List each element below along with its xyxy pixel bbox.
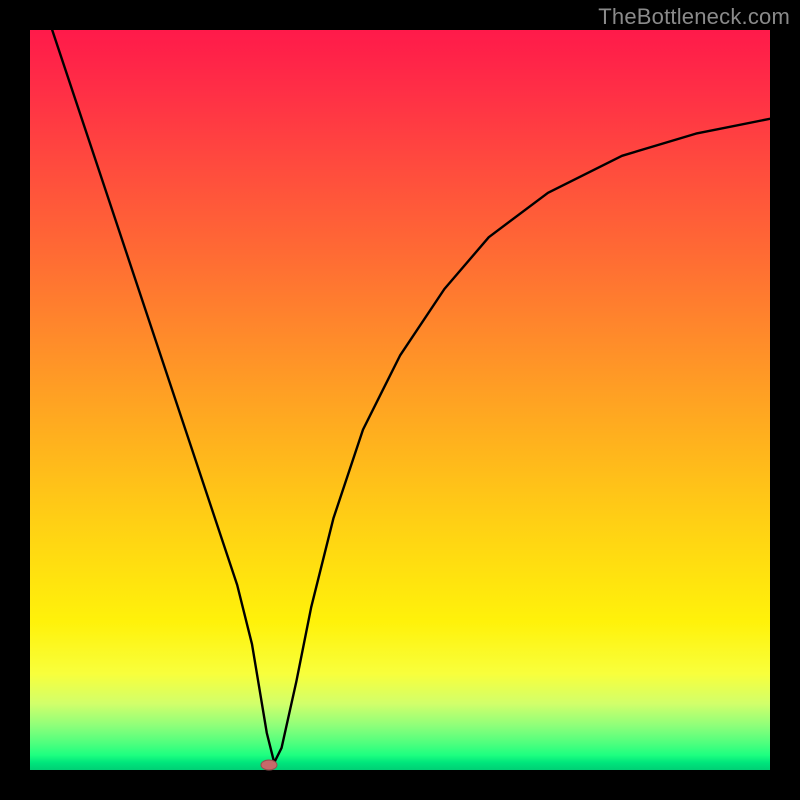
plot-area: [30, 30, 770, 770]
chart-frame: TheBottleneck.com: [0, 0, 800, 800]
minimum-marker: [261, 759, 278, 770]
bottleneck-curve: [30, 30, 770, 770]
watermark-label: TheBottleneck.com: [598, 4, 790, 30]
